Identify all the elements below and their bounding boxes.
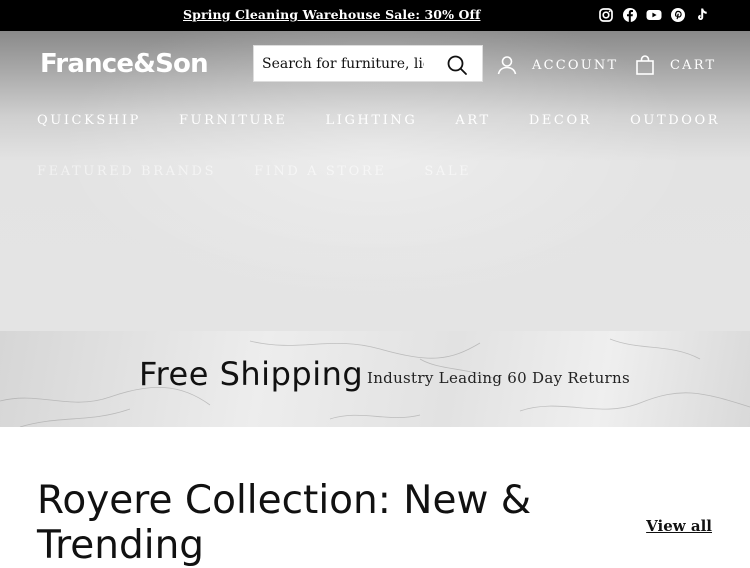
nav-item-art[interactable]: ART [455,113,490,133]
search-icon[interactable] [446,54,468,76]
nav-item-find-a-store[interactable]: FIND A STORE [254,164,386,184]
nav-item-sale[interactable]: SALE [424,164,471,184]
site-logo[interactable]: France&Son [40,49,209,79]
instagram-icon[interactable] [598,7,614,23]
cart-label: CART [670,57,717,73]
nav-row-secondary: FEATURED BRANDS FIND A STORE SALE [37,164,727,184]
nav-row-primary: QUICKSHIP FURNITURE LIGHTING ART DECOR O… [37,113,727,133]
hero-header: France&Son ACCOUNT CART QUICKSHIP FURNIT… [0,31,750,331]
search-box [253,45,483,82]
nav-item-decor[interactable]: DECOR [529,113,592,133]
announcement-link[interactable]: Spring Cleaning Warehouse Sale: 30% Off [183,7,480,22]
account-link[interactable]: ACCOUNT [496,54,618,76]
pinterest-icon[interactable] [670,7,686,23]
facebook-icon[interactable] [622,7,638,23]
promo-subtitle: Industry Leading 60 Day Returns [367,369,630,387]
account-label: ACCOUNT [532,57,619,73]
user-icon [496,54,518,76]
main-nav: QUICKSHIP FURNITURE LIGHTING ART DECOR O… [37,113,727,215]
nav-item-quickship[interactable]: QUICKSHIP [37,113,141,133]
nav-item-furniture[interactable]: FURNITURE [179,113,288,133]
social-links [598,7,710,23]
shipping-promo-banner: Free Shipping Industry Leading 60 Day Re… [0,331,750,427]
collection-title: Royere Collection: New & Trending [37,478,532,568]
cart-link[interactable]: CART [634,54,716,76]
nav-item-lighting[interactable]: LIGHTING [326,113,418,133]
announcement-bar: Spring Cleaning Warehouse Sale: 30% Off [0,0,750,31]
view-all-link[interactable]: View all [646,517,712,535]
cart-icon [634,54,656,76]
tiktok-icon[interactable] [694,7,710,23]
promo-title: Free Shipping [139,355,364,393]
nav-item-featured-brands[interactable]: FEATURED BRANDS [37,164,216,184]
youtube-icon[interactable] [646,7,662,23]
search-input[interactable] [262,54,424,74]
nav-item-outdoor[interactable]: OUTDOOR [630,113,720,133]
